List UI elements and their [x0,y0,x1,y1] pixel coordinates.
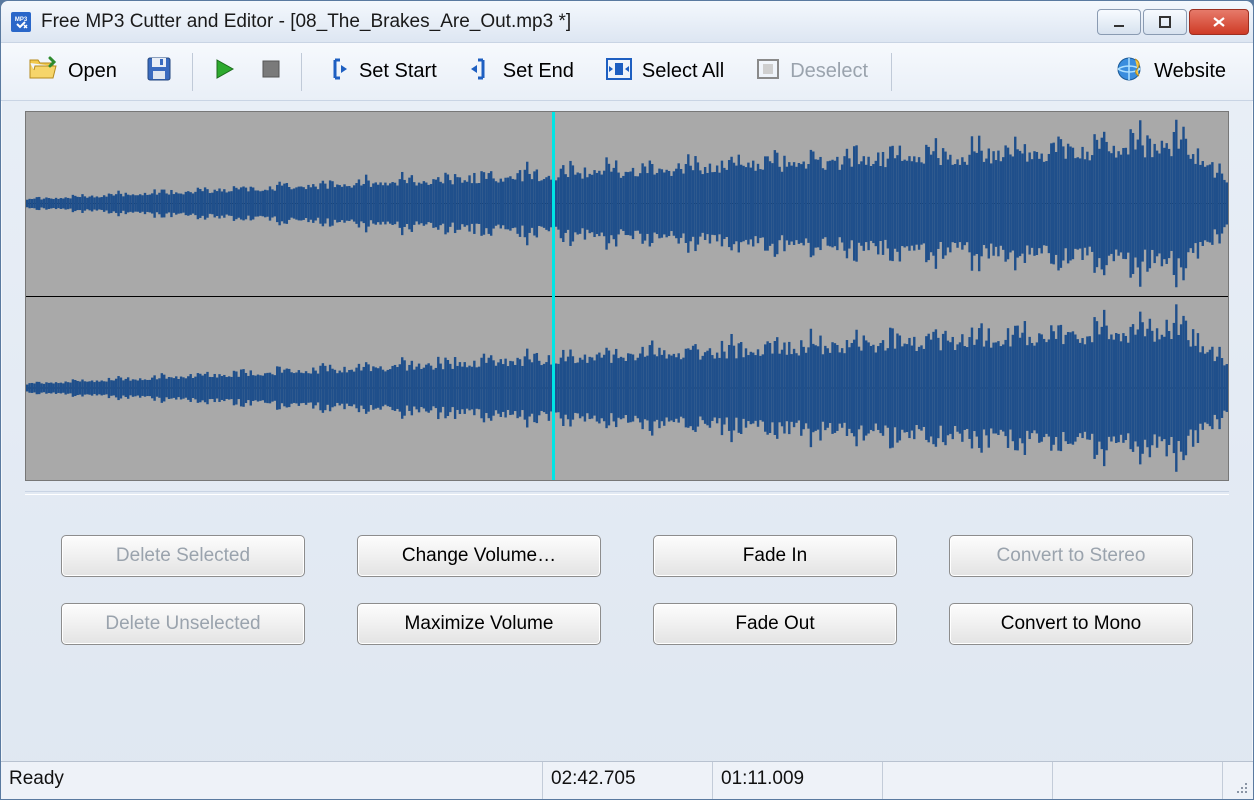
delete-unselected-button[interactable]: Delete Unselected [61,603,305,645]
toolbar: Open [1,43,1253,101]
statusbar: Ready 02:42.705 01:11.009 [1,761,1253,799]
deselect-button[interactable]: Deselect [741,50,883,94]
play-button[interactable] [201,50,247,94]
convert-to-mono-button[interactable]: Convert to Mono [949,603,1193,645]
button-label: Change Volume… [402,545,556,567]
globe-icon [1114,55,1144,89]
status-empty [1053,762,1223,799]
status-position: 01:11.009 [713,762,883,799]
save-button[interactable] [134,50,184,94]
resize-grip[interactable] [1223,762,1253,799]
open-label: Open [68,60,117,83]
fade-in-button[interactable]: Fade In [653,535,897,577]
set-end-button[interactable]: Set End [454,50,589,94]
deselect-label: Deselect [790,60,868,83]
website-button[interactable]: Website [1099,50,1241,94]
waveform-area [1,101,1253,487]
select-all-button[interactable]: Select All [591,50,739,94]
status-empty [883,762,1053,799]
website-label: Website [1154,60,1226,83]
toolbar-separator [192,53,193,91]
waveform-channel-left [26,112,1228,296]
button-label: Delete Unselected [105,613,260,635]
minimize-button[interactable] [1097,9,1141,35]
button-label: Fade Out [735,613,814,635]
select-all-label: Select All [642,60,724,83]
button-label: Convert to Mono [1001,613,1141,635]
button-label: Fade In [743,545,807,567]
open-button[interactable]: Open [13,50,132,94]
toolbar-separator [301,53,302,91]
waveform-channel-right [26,296,1228,480]
close-button[interactable] [1189,9,1249,35]
set-start-button[interactable]: Set Start [310,50,452,94]
bracket-left-icon [325,57,349,87]
button-label: Delete Selected [116,545,250,567]
window-controls [1097,9,1249,35]
convert-to-stereo-button[interactable]: Convert to Stereo [949,535,1193,577]
folder-open-icon [28,56,58,88]
button-label: Maximize Volume [405,613,554,635]
save-icon [145,55,173,89]
status-state: Ready [1,762,543,799]
playhead[interactable] [552,112,555,480]
action-buttons: Delete Selected Change Volume… Fade In C… [1,495,1253,675]
set-start-label: Set Start [359,60,437,83]
app-icon: MP3 [11,12,31,32]
app-window: MP3 Free MP3 Cutter and Editor - [08_The… [0,0,1254,800]
change-volume-button[interactable]: Change Volume… [357,535,601,577]
svg-text:MP3: MP3 [15,17,28,23]
maximize-volume-button[interactable]: Maximize Volume [357,603,601,645]
set-end-label: Set End [503,60,574,83]
toolbar-separator [891,53,892,91]
waveform[interactable] [25,111,1229,481]
status-total-time: 02:42.705 [543,762,713,799]
delete-selected-button[interactable]: Delete Selected [61,535,305,577]
stop-button[interactable] [249,50,293,94]
select-all-icon [606,58,632,86]
deselect-icon [756,58,780,86]
maximize-button[interactable] [1143,9,1187,35]
fade-out-button[interactable]: Fade Out [653,603,897,645]
titlebar[interactable]: MP3 Free MP3 Cutter and Editor - [08_The… [1,1,1253,43]
stop-icon [260,58,282,86]
button-label: Convert to Stereo [997,545,1146,567]
window-title: Free MP3 Cutter and Editor - [08_The_Bra… [41,11,1097,33]
bracket-right-icon [469,57,493,87]
play-icon [212,57,236,87]
